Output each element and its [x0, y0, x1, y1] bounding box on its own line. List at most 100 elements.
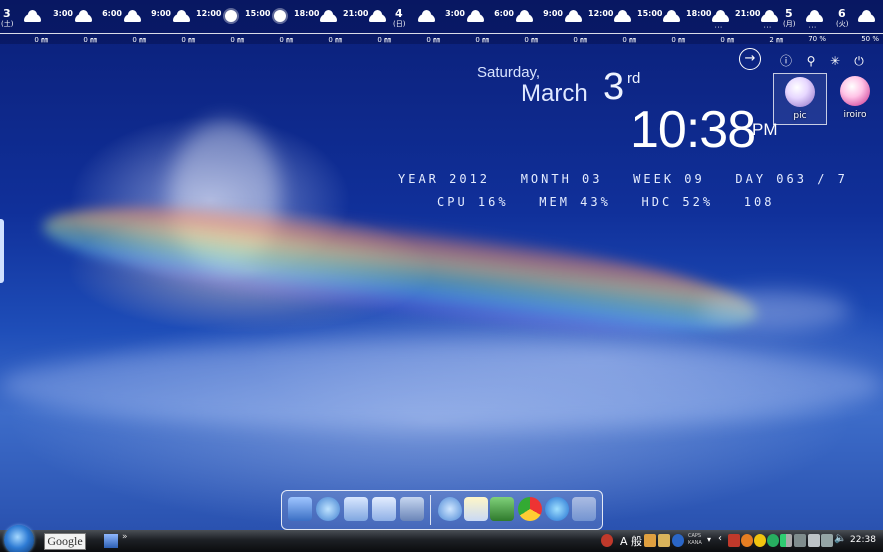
clock-month: March	[521, 80, 588, 107]
precip-value: 0 ㎜	[83, 36, 97, 44]
date-stats: YEAR 2012 MONTH 03 WEEK 09 DAY 063 / 7	[398, 172, 848, 186]
cloud-icon	[320, 10, 338, 22]
monitor-tray-icon[interactable]	[821, 534, 833, 547]
tools-icon[interactable]	[400, 497, 424, 521]
precip-value: 0 ㎜	[475, 36, 489, 44]
system-stats: CPU 16% MEM 43% HDC 52% 108	[437, 195, 775, 209]
weather-slot: 0 ㎜	[0, 0, 49, 44]
cloud-icon	[24, 10, 42, 22]
documents-folder-icon[interactable]	[372, 497, 396, 521]
slot-time: 18:00	[686, 9, 712, 18]
cloud-icon	[467, 10, 485, 22]
tray-app-icon[interactable]	[754, 534, 766, 547]
power-icon[interactable]: ⏻	[852, 54, 866, 68]
slot-time: 21:00	[343, 9, 369, 18]
tray-app-icon[interactable]	[601, 534, 613, 547]
slot-time: 9:00	[543, 9, 563, 18]
desktop-icon-label: iroiro	[843, 110, 867, 120]
quick-launch-more-icon[interactable]: »	[122, 532, 128, 542]
computer-icon[interactable]	[288, 497, 312, 521]
heart-gem-icon	[785, 77, 815, 107]
signal-icon[interactable]	[780, 534, 792, 547]
weather-slot: 3:00 0 ㎜	[49, 0, 98, 44]
itunes-icon[interactable]	[545, 497, 569, 521]
cloud-rain-icon: ˌˌˌ	[761, 10, 779, 29]
cloud-icon	[369, 10, 387, 22]
tray-app-icon[interactable]	[728, 534, 740, 547]
weather-slot: 12:00 0 ㎜	[196, 0, 245, 44]
taskbar-clock[interactable]: 22:38	[850, 535, 876, 545]
ime-mode[interactable]: A 般	[620, 533, 642, 549]
network-icon[interactable]	[316, 497, 340, 521]
weather-slot: 21:00 0 ㎜	[343, 0, 392, 44]
desktop-wallpaper	[0, 0, 883, 530]
tray-app-icon[interactable]	[741, 534, 753, 547]
ime-icon[interactable]	[644, 534, 656, 547]
recycle-bin-icon[interactable]	[572, 497, 596, 521]
clock-time: 10:38	[630, 101, 756, 159]
google-search-box[interactable]: Google	[44, 533, 86, 550]
help-icon[interactable]	[672, 534, 684, 547]
taskbar: Google » A 般 CAPS KANA ▾ ‹ 🔈 22:38	[0, 525, 883, 552]
slot-time: 6:00	[102, 9, 122, 18]
clock-date: 3	[603, 66, 625, 108]
precip-value: 0 ㎜	[524, 36, 538, 44]
cloud-icon	[173, 10, 191, 22]
show-desktop-icon[interactable]	[104, 534, 118, 548]
info-icon[interactable]: ⓘ	[779, 54, 793, 68]
precip-value: 0 ㎜	[720, 36, 734, 44]
sidebar-handle[interactable]	[0, 219, 4, 283]
precip-value: 0 ㎜	[279, 36, 293, 44]
weather-slot: 3:00 0 ㎜	[441, 0, 490, 44]
cloud-icon	[858, 10, 876, 22]
precip-value: 0 ㎜	[573, 36, 587, 44]
cloud-icon	[418, 10, 436, 22]
network-tray-icon[interactable]	[808, 534, 820, 547]
precip-value: 0 ㎜	[426, 36, 440, 44]
chrome-icon[interactable]	[518, 497, 542, 521]
precip-chance: 70 %	[808, 35, 826, 43]
cloud-icon	[124, 10, 142, 22]
weather-slot: 6:00 0 ㎜	[490, 0, 539, 44]
spinner-icon[interactable]: ✳	[828, 54, 842, 68]
precip-chance: 50 %	[861, 35, 879, 43]
desktop-icon-pic[interactable]: pic	[773, 73, 827, 125]
notepad-icon[interactable]	[464, 497, 488, 521]
ime-options-icon[interactable]: ▾	[707, 535, 711, 544]
precip-value: 0 ㎜	[181, 36, 195, 44]
slot-time: 12:00	[588, 9, 614, 18]
folder-icon[interactable]	[344, 497, 368, 521]
weather-slot: 6:00 0 ㎜	[98, 0, 147, 44]
volume-icon[interactable]: 🔈	[834, 533, 846, 544]
slot-time: 15:00	[245, 9, 271, 18]
wrench-icon[interactable]: ⚲	[804, 54, 818, 68]
precip-value: 0 ㎜	[671, 36, 685, 44]
weather-slot: 18:00 ˌˌˌ 0 ㎜	[686, 0, 735, 44]
cloud-icon	[614, 10, 632, 22]
weather-slot: 15:00 0 ㎜	[245, 0, 294, 44]
weather-day-6: 6 (火)	[836, 7, 849, 28]
precip-value: 0 ㎜	[328, 36, 342, 44]
weather-divider	[0, 33, 883, 34]
precip-value: 0 ㎜	[622, 36, 636, 44]
weather-slot: 15:00 0 ㎜	[637, 0, 686, 44]
precip-value: 2 ㎜	[769, 36, 783, 44]
evernote-icon[interactable]	[490, 497, 514, 521]
cloud-wisp-right	[700, 290, 850, 330]
cloud-band	[0, 340, 883, 430]
arrow-right-circle-icon[interactable]: →	[739, 48, 761, 70]
weather-slot: 18:00 0 ㎜	[294, 0, 343, 44]
weather-slot: 0 ㎜	[392, 0, 441, 44]
ime-dictionary-icon[interactable]	[658, 534, 670, 547]
start-button[interactable]	[4, 525, 34, 552]
precip-value: 0 ㎜	[230, 36, 244, 44]
cloud-rain-icon: ˌˌˌ	[806, 10, 824, 29]
cloud-icon	[663, 10, 681, 22]
tray-expand-icon[interactable]: ‹	[718, 533, 722, 544]
sun-icon	[222, 10, 240, 22]
tray-app-icon[interactable]	[794, 534, 806, 547]
tray-app-icon[interactable]	[767, 534, 779, 547]
desktop-icon-iroiro[interactable]: iroiro	[828, 73, 882, 125]
water-drop-icon[interactable]	[438, 497, 462, 521]
precip-value: 0 ㎜	[34, 36, 48, 44]
